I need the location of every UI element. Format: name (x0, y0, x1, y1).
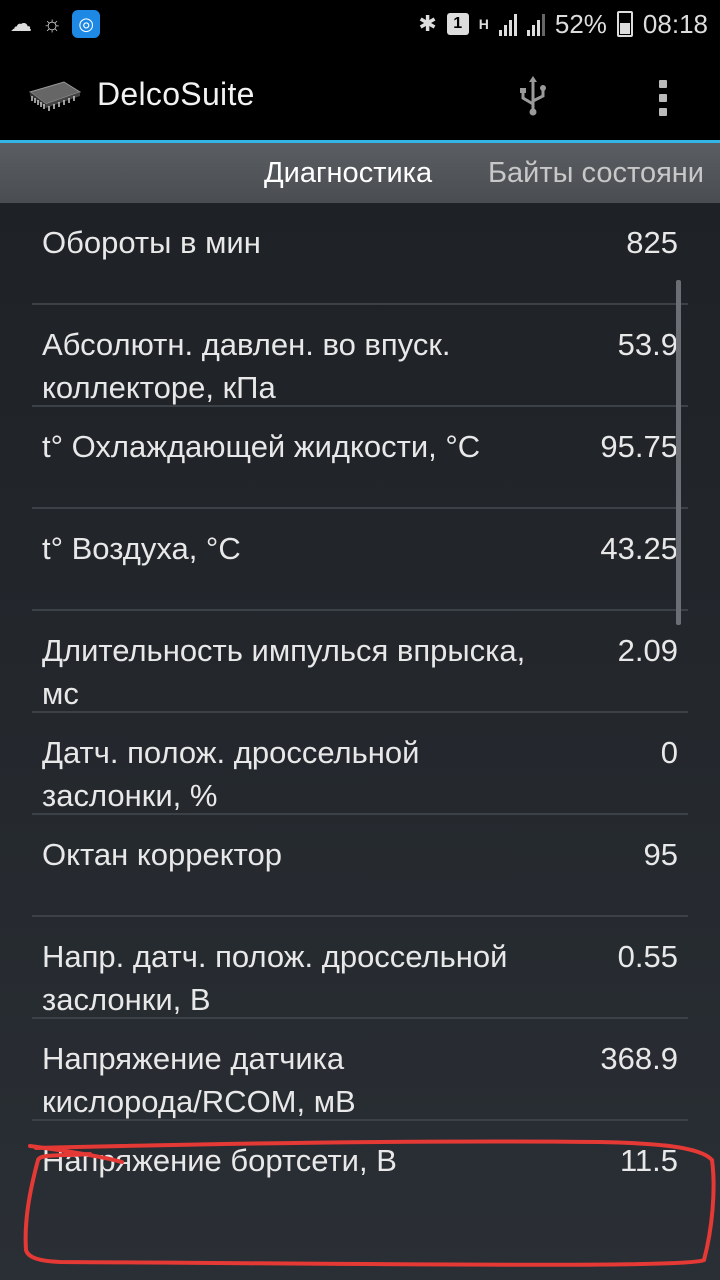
action-bar: DelcoSuite (0, 48, 720, 140)
parameter-label: Напр. датч. полож. дроссельной заслонки,… (42, 939, 508, 1017)
list-item: Октан корректор 95 (32, 815, 688, 917)
parameter-label: Датч. полож. дроссельной заслонки, % (42, 735, 420, 813)
parameter-label: t° Воздуха, °C (42, 531, 241, 566)
weather-icon: ☼ (42, 11, 63, 36)
parameter-value: 2.09 (617, 633, 678, 668)
tab-status-bytes[interactable]: Байты состояни (488, 157, 704, 190)
parameter-value: 0.55 (617, 939, 678, 974)
signal-icon (526, 12, 545, 36)
parameter-label: Абсолютн. давлен. во впуск. коллекторе, … (42, 327, 451, 405)
parameter-value: 53.9 (617, 327, 678, 362)
battery-percent: 52% (554, 8, 607, 39)
status-bar-right: ✱ 1 H 52% 08:18 (418, 0, 708, 48)
network-type-label: H (478, 16, 489, 32)
status-bar: ☁ ☼ ◎ ✱ 1 H 52% 08:18 (0, 0, 720, 48)
parameter-list[interactable]: Обороты в мин 825 Абсолютн. давлен. во в… (32, 203, 688, 1223)
list-item: Напряжение бортсети, В 11.5 (32, 1121, 688, 1223)
usb-icon[interactable] (516, 76, 550, 116)
cloud-icon: ☁ (10, 11, 32, 36)
clock: 08:18 (642, 8, 708, 39)
app-title: DelcoSuite (97, 76, 255, 112)
overflow-menu-icon[interactable] (652, 78, 674, 118)
list-item: Напр. датч. полож. дроссельной заслонки,… (32, 917, 688, 1019)
parameter-label: Октан корректор (42, 837, 282, 872)
list-item: Абсолютн. давлен. во впуск. коллекторе, … (32, 305, 688, 407)
tab-diagnostics[interactable]: Диагностика (264, 157, 432, 190)
list-item: Датч. полож. дроссельной заслонки, % 0 (32, 713, 688, 815)
parameter-value: 0 (660, 735, 678, 770)
parameter-label: Напряжение датчика кислорода/RCOM, мВ (42, 1041, 356, 1119)
parameter-value: 11.5 (619, 1143, 678, 1178)
parameter-label: t° Охлаждающей жидкости, °C (42, 429, 481, 464)
parameter-value: 95 (643, 837, 678, 872)
list-item: t° Охлаждающей жидкости, °C 95.75 (32, 407, 688, 509)
battery-icon (616, 11, 633, 37)
parameter-value: 825 (626, 225, 678, 260)
parameter-value: 43.25 (600, 531, 678, 566)
tab-strip: Диагностика Байты состояни (0, 143, 720, 203)
signal-icon (498, 12, 517, 36)
list-item: Длительность импулься впрыска, мс 2.09 (32, 611, 688, 713)
status-bar-left: ☁ ☼ ◎ (10, 8, 101, 40)
chip-logo-icon (28, 81, 82, 111)
parameter-label: Напряжение бортсети, В (42, 1143, 397, 1178)
parameter-label: Длительность импулься впрыска, мс (42, 633, 526, 711)
sim-icon: 1 (446, 13, 469, 35)
bluetooth-icon: ✱ (418, 11, 437, 36)
scrollbar[interactable] (676, 280, 681, 625)
list-item: Обороты в мин 825 (32, 203, 688, 305)
list-item: t° Воздуха, °C 43.25 (32, 509, 688, 611)
parameter-label: Обороты в мин (42, 225, 261, 260)
app-notification-icon: ◎ (72, 10, 101, 38)
parameter-value: 368.9 (600, 1041, 678, 1076)
list-item: Напряжение датчика кислорода/RCOM, мВ 36… (32, 1019, 688, 1121)
parameter-value: 95.75 (600, 429, 678, 464)
